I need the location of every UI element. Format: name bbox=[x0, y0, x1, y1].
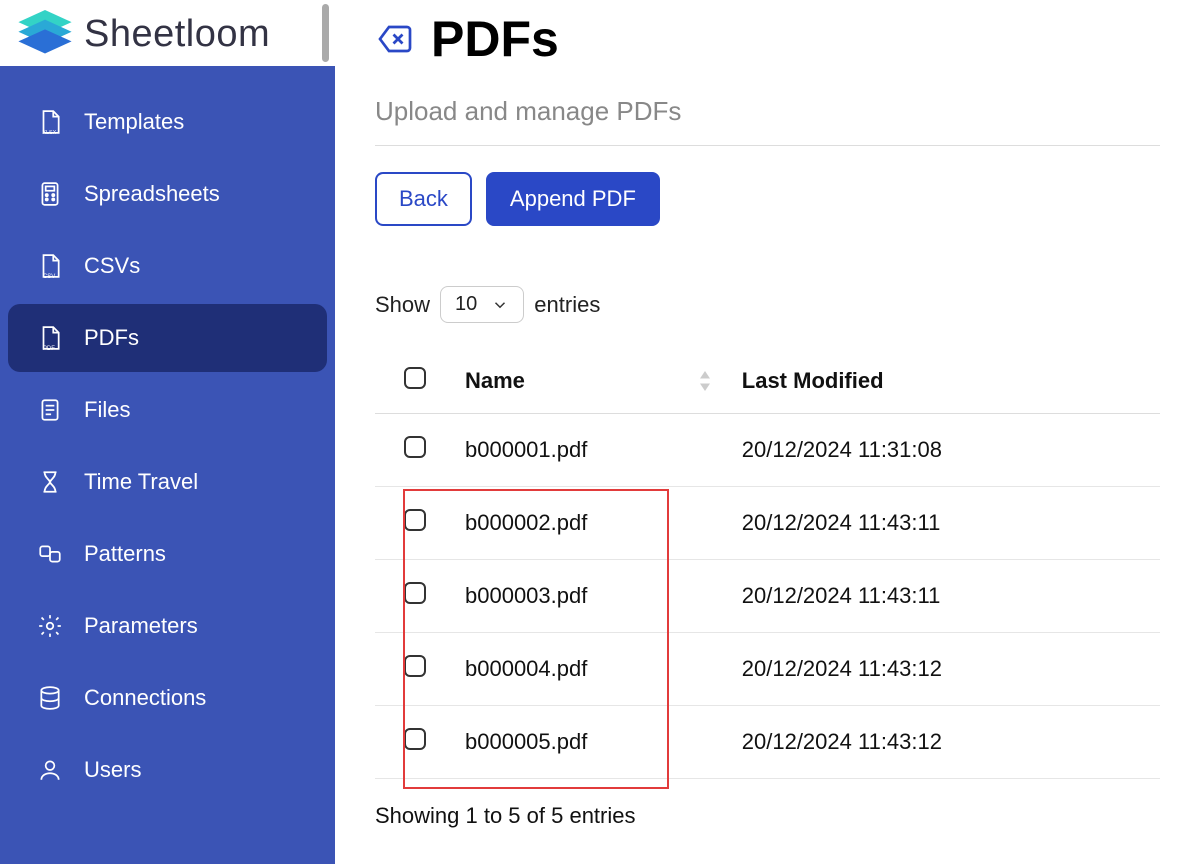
sidebar-item-files[interactable]: Files bbox=[8, 376, 327, 444]
row-checkbox[interactable] bbox=[404, 728, 426, 750]
table-row[interactable]: b000002.pdf 20/12/2024 11:43:11 bbox=[375, 487, 1160, 560]
sidebar-item-label: Patterns bbox=[84, 541, 166, 567]
sidebar-item-csvs[interactable]: CSV CSVs bbox=[8, 232, 327, 300]
cell-modified: 20/12/2024 11:43:11 bbox=[732, 487, 1160, 560]
page-size-value: 10 bbox=[455, 293, 477, 316]
row-checkbox[interactable] bbox=[404, 436, 426, 458]
file-icon bbox=[36, 396, 64, 424]
svg-text:CSV: CSV bbox=[43, 274, 55, 279]
sidebar-item-label: Files bbox=[84, 397, 130, 423]
sidebar-item-patterns[interactable]: Patterns bbox=[8, 520, 327, 588]
sidebar-item-label: Parameters bbox=[84, 613, 198, 639]
page-title: PDFs bbox=[431, 10, 559, 68]
sidebar-item-templates[interactable]: XLSX Templates bbox=[8, 88, 327, 156]
divider bbox=[375, 145, 1160, 146]
user-icon bbox=[36, 756, 64, 784]
show-label: Show bbox=[375, 292, 430, 318]
row-checkbox[interactable] bbox=[404, 655, 426, 677]
page-subtitle: Upload and manage PDFs bbox=[375, 96, 1160, 127]
file-xlsx-icon: XLSX bbox=[36, 108, 64, 136]
sidebar-item-pdfs[interactable]: PDF PDFs bbox=[8, 304, 327, 372]
svg-text:XLSX: XLSX bbox=[42, 130, 56, 135]
cell-name: b000004.pdf bbox=[455, 633, 732, 706]
sidebar-item-label: CSVs bbox=[84, 253, 140, 279]
cell-name: b000001.pdf bbox=[455, 414, 732, 487]
calculator-icon bbox=[36, 180, 64, 208]
sidebar-item-time-travel[interactable]: Time Travel bbox=[8, 448, 327, 516]
pdf-table: Name Last Modified b000001.pdf 20/12/202… bbox=[375, 349, 1160, 779]
table-row[interactable]: b000005.pdf 20/12/2024 11:43:12 bbox=[375, 706, 1160, 779]
page-size-select[interactable]: 10 bbox=[440, 286, 524, 323]
column-header-name[interactable]: Name bbox=[455, 349, 732, 414]
scrollbar-thumb[interactable] bbox=[322, 4, 329, 62]
hourglass-icon bbox=[36, 468, 64, 496]
cell-name: b000002.pdf bbox=[455, 487, 732, 560]
sidebar: Sheetloom XLSX Templates Spreadsheets CS… bbox=[0, 0, 335, 864]
entries-label: entries bbox=[534, 292, 600, 318]
sidebar-item-label: Connections bbox=[84, 685, 206, 711]
brand[interactable]: Sheetloom bbox=[0, 0, 335, 66]
column-header-modified[interactable]: Last Modified bbox=[732, 349, 1160, 414]
brand-logo-icon bbox=[16, 10, 74, 58]
cell-modified: 20/12/2024 11:43:12 bbox=[732, 633, 1160, 706]
back-tag-icon[interactable] bbox=[375, 19, 415, 59]
select-all-checkbox[interactable] bbox=[404, 367, 426, 389]
sort-icon bbox=[698, 371, 712, 391]
table-row[interactable]: b000003.pdf 20/12/2024 11:43:11 bbox=[375, 560, 1160, 633]
brand-name: Sheetloom bbox=[84, 13, 270, 56]
chevron-down-icon bbox=[491, 296, 509, 314]
sidebar-item-label: Time Travel bbox=[84, 469, 198, 495]
cell-modified: 20/12/2024 11:31:08 bbox=[732, 414, 1160, 487]
sidebar-item-spreadsheets[interactable]: Spreadsheets bbox=[8, 160, 327, 228]
table-row[interactable]: b000001.pdf 20/12/2024 11:31:08 bbox=[375, 414, 1160, 487]
sidebar-nav: XLSX Templates Spreadsheets CSV CSVs PDF… bbox=[0, 66, 335, 804]
row-checkbox[interactable] bbox=[404, 582, 426, 604]
sidebar-item-label: Users bbox=[84, 757, 141, 783]
cell-name: b000005.pdf bbox=[455, 706, 732, 779]
gear-icon bbox=[36, 612, 64, 640]
sidebar-item-parameters[interactable]: Parameters bbox=[8, 592, 327, 660]
shapes-icon bbox=[36, 540, 64, 568]
row-checkbox[interactable] bbox=[404, 509, 426, 531]
file-csv-icon: CSV bbox=[36, 252, 64, 280]
sidebar-item-label: Templates bbox=[84, 109, 184, 135]
sidebar-item-label: Spreadsheets bbox=[84, 181, 220, 207]
sidebar-item-users[interactable]: Users bbox=[8, 736, 327, 804]
database-icon bbox=[36, 684, 64, 712]
back-button[interactable]: Back bbox=[375, 172, 472, 226]
sidebar-item-connections[interactable]: Connections bbox=[8, 664, 327, 732]
cell-name: b000003.pdf bbox=[455, 560, 732, 633]
cell-modified: 20/12/2024 11:43:11 bbox=[732, 560, 1160, 633]
svg-text:PDF: PDF bbox=[43, 346, 55, 351]
sidebar-item-label: PDFs bbox=[84, 325, 139, 351]
cell-modified: 20/12/2024 11:43:12 bbox=[732, 706, 1160, 779]
main-content: PDFs Upload and manage PDFs Back Append … bbox=[335, 0, 1200, 864]
file-pdf-icon: PDF bbox=[36, 324, 64, 352]
append-pdf-button[interactable]: Append PDF bbox=[486, 172, 660, 226]
table-footer-summary: Showing 1 to 5 of 5 entries bbox=[375, 803, 1160, 829]
table-row[interactable]: b000004.pdf 20/12/2024 11:43:12 bbox=[375, 633, 1160, 706]
